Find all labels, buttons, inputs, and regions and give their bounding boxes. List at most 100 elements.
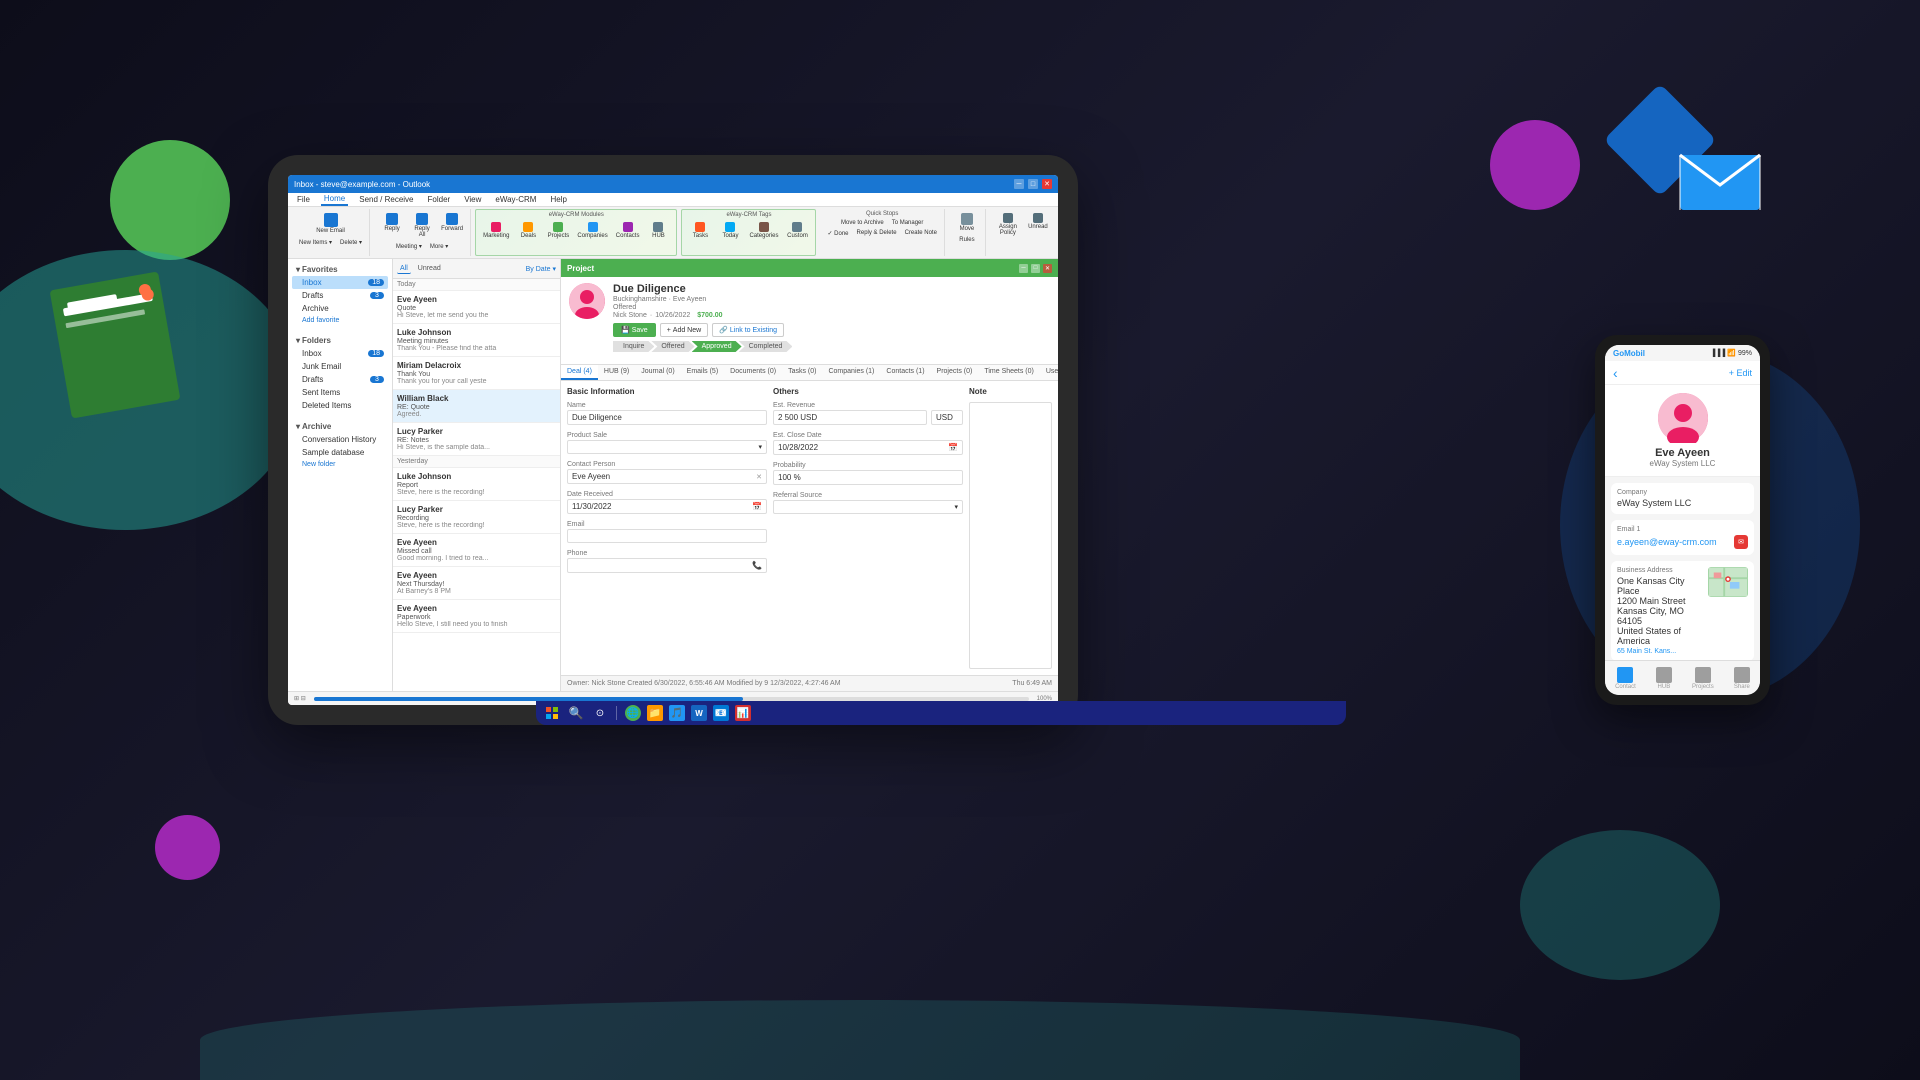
phone-nav-projects[interactable]: Projects [1692,667,1714,690]
product-sale-value[interactable]: ▾ [567,440,767,454]
ribbon-new-items-btn[interactable]: New Items ▾ [296,238,335,247]
ribbon-create-note-btn[interactable]: Create Note [902,229,940,238]
new-folder-link[interactable]: New folder [292,459,388,470]
tab-deal[interactable]: Deal (4) [561,365,598,380]
ribbon-meeting-btn[interactable]: Meeting ▾ [393,242,425,251]
phone-email-value[interactable]: e.ayeen@eway-crm.com [1617,537,1717,547]
stage-offered-btn[interactable]: Offered [651,341,694,352]
close-btn[interactable]: ✕ [1042,179,1052,189]
link-existing-btn[interactable]: 🔗 Link to Existing [712,323,784,337]
phone-nav-hub[interactable]: HUB [1656,667,1672,690]
ribbon-categories-btn[interactable]: Categories [746,220,781,241]
phone-back-btn[interactable]: ‹ [1613,365,1618,381]
tab-timesheets[interactable]: Time Sheets (0) [978,365,1040,380]
map-thumbnail[interactable] [1708,567,1748,597]
ribbon-read-btn[interactable]: Read [1054,211,1058,238]
tab-users[interactable]: Users (1) [1040,365,1058,380]
ribbon-forward-btn[interactable]: Forward [438,211,466,240]
conversation-history[interactable]: Conversation History [292,433,388,446]
email-item-eve-thursday[interactable]: Eve Ayeen Next Thursday! At Barney's 8 P… [393,567,560,600]
menu-help[interactable]: Help [547,194,569,205]
taskbar-widget-btn[interactable]: ⊙ [592,705,608,721]
tab-journal[interactable]: Journal (0) [635,365,680,380]
menu-home[interactable]: Home [321,193,348,206]
email-item-miriam[interactable]: Miriam Delacroix Thank You Thank you for… [393,357,560,390]
ribbon-marketing-btn[interactable]: Marketing [480,220,512,241]
ribbon-deals-btn[interactable]: Deals [514,220,542,241]
ribbon-manager-btn[interactable]: To Manager [889,219,927,227]
ribbon-move-btn[interactable]: Move [953,211,981,234]
menu-eway[interactable]: eWay-CRM [492,194,539,205]
tab-companies[interactable]: Companies (1) [822,365,880,380]
sidebar-inbox[interactable]: Inbox 18 [292,276,388,289]
maximize-btn[interactable]: □ [1028,179,1038,189]
folder-drafts[interactable]: Drafts 3 [292,373,388,386]
menu-folder[interactable]: Folder [425,194,454,205]
ribbon-assign-policy-btn[interactable]: Assign Policy [994,211,1022,238]
sidebar-drafts[interactable]: Drafts 3 [292,289,388,302]
tab-documents[interactable]: Documents (0) [724,365,782,380]
folder-deleted[interactable]: Deleted Items [292,399,388,412]
email-item-luke-meeting[interactable]: Luke Johnson Meeting minutes Thank You -… [393,324,560,357]
taskbar-search-icon[interactable]: 🔍 [566,705,586,721]
folder-junk[interactable]: Junk Email [292,360,388,373]
tab-contacts[interactable]: Contacts (1) [880,365,930,380]
save-btn[interactable]: 💾 Save [613,323,656,337]
ribbon-new-email-btn[interactable]: New Email [313,211,348,236]
email-item-luke-report[interactable]: Luke Johnson Report Steve, here is the r… [393,468,560,501]
project-maximize-btn[interactable]: □ [1031,264,1040,273]
ribbon-rules-btn[interactable]: Rules [956,236,977,244]
ribbon-contacts-btn[interactable]: Contacts [613,220,643,241]
menu-view[interactable]: View [461,194,484,205]
est-close-date-value[interactable]: 10/28/2022 📅 [773,440,963,455]
taskbar-outlook-btn[interactable]: 📧 [713,705,729,721]
email-item-eve-missed[interactable]: Eve Ayeen Missed call Good morning. I tr… [393,534,560,567]
email-item-william[interactable]: William Black RE: Quote Agreed. [393,390,560,423]
filter-all-btn[interactable]: All [397,264,411,274]
tab-tasks[interactable]: Tasks (0) [782,365,822,380]
tab-projects[interactable]: Projects (0) [931,365,979,380]
taskbar-explorer-btn[interactable]: 📁 [647,705,663,721]
probability-value[interactable]: 100 % [773,470,963,485]
email-item-eve-quote[interactable]: Eve Ayeen Quote Hi Steve, let me send yo… [393,291,560,324]
stage-approved-btn[interactable]: Approved [692,341,742,352]
date-received-value[interactable]: 11/30/2022 📅 [567,499,767,514]
email-item-eve-paperwork[interactable]: Eve Ayeen Paperwork Hello Steve, I still… [393,600,560,633]
add-favorite-link[interactable]: Add favorite [292,315,388,326]
name-field-value[interactable]: Due Diligence [567,410,767,425]
tab-emails[interactable]: Emails (5) [681,365,725,380]
menu-file[interactable]: File [294,194,313,205]
ribbon-hub-btn[interactable]: HUB [644,220,672,241]
phone-add-btn[interactable]: + Edit [1729,368,1752,378]
date-calendar-icon[interactable]: 📅 [752,502,762,511]
folders-header[interactable]: ▾ Folders [292,334,388,347]
phone-nav-share[interactable]: Share [1734,667,1750,690]
minimize-btn[interactable]: ─ [1014,179,1024,189]
ribbon-companies-btn[interactable]: Companies [574,220,610,241]
menu-send-receive[interactable]: Send / Receive [356,194,416,205]
email-sort-btn[interactable]: By Date ▾ [526,265,556,273]
note-textarea[interactable] [969,402,1052,669]
contact-clear-icon[interactable]: ✕ [756,473,762,481]
folder-sent[interactable]: Sent Items [292,386,388,399]
ribbon-done-btn[interactable]: ✓ Done [824,229,851,238]
est-revenue-value[interactable]: 2 500 USD [773,410,927,425]
taskbar-word-btn[interactable]: W [691,705,707,721]
taskbar-browser-btn[interactable]: 🌐 [625,705,641,721]
project-minimize-btn[interactable]: ─ [1019,264,1028,273]
filter-unread-btn[interactable]: Unread [415,264,444,273]
ribbon-today-btn[interactable]: Today [716,220,744,241]
taskbar-powerpoint-btn[interactable]: 📊 [735,705,751,721]
ribbon-delete-btn[interactable]: Delete ▾ [337,238,365,247]
add-new-btn[interactable]: + Add New [660,323,709,337]
referral-source-value[interactable]: ▾ [773,500,963,514]
archive-header[interactable]: ▾ Archive [292,420,388,433]
email-value[interactable] [567,529,767,543]
ribbon-more-btn[interactable]: More ▾ [427,242,451,251]
ribbon-archive-btn[interactable]: Move to Archive [838,219,887,227]
currency-value[interactable]: USD [931,410,963,425]
ribbon-reply-btn[interactable]: Reply [378,211,406,240]
project-close-btn[interactable]: ✕ [1043,264,1052,273]
ribbon-projects-btn[interactable]: Projects [544,220,572,241]
tab-hub[interactable]: HUB (9) [598,365,635,380]
